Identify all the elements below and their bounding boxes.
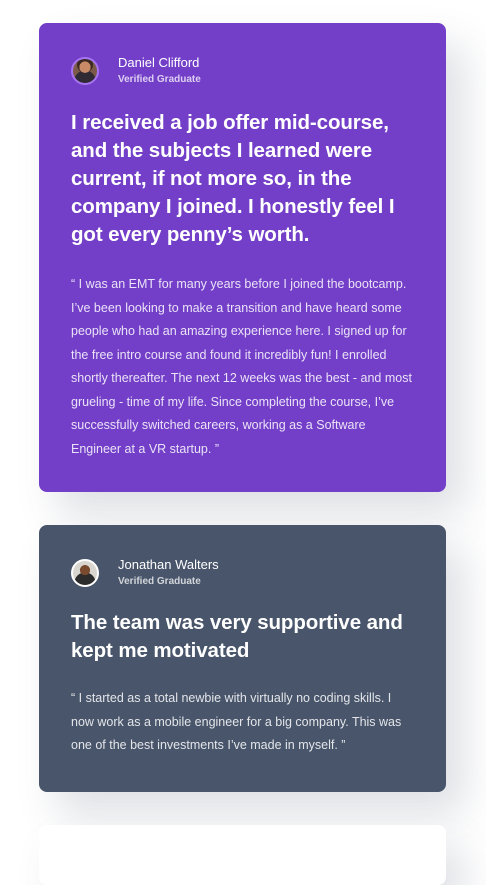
avatar [71,558,99,587]
author-role: Verified Graduate [118,74,201,85]
author-name: Daniel Clifford [118,55,200,70]
testimonial-headline: The team was very supportive and kept me… [71,611,403,662]
author-info: Jonathan Walters Verified Graduate [118,558,219,587]
testimonial-card-next [39,825,446,885]
testimonial-header: Jonathan Walters Verified Graduate [71,558,414,587]
author-name: Jonathan Walters [118,557,219,572]
testimonial-card-jonathan: Jonathan Walters Verified Graduate The t… [39,525,446,792]
author-info: Daniel Clifford Verified Graduate [118,56,201,85]
avatar [71,56,99,85]
testimonial-quote: “ I started as a total newbie with virtu… [71,691,402,752]
testimonial-headline: I received a job offer mid-course, and t… [71,111,395,246]
testimonial-header: Daniel Clifford Verified Graduate [71,56,414,85]
testimonial-quote: “ I was an EMT for many years before I j… [71,277,412,456]
testimonial-card-daniel: Daniel Clifford Verified Graduate I rece… [39,23,446,492]
author-role: Verified Graduate [118,576,201,587]
